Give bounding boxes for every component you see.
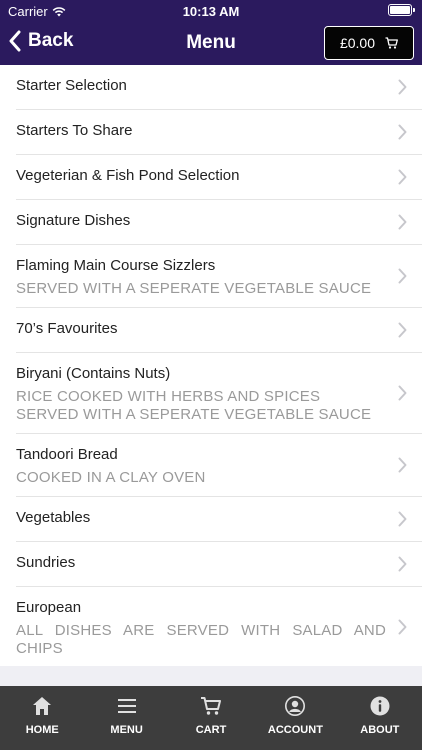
chevron-right-icon <box>398 169 407 185</box>
chevron-right-icon <box>398 214 407 230</box>
tab-about[interactable]: ABOUT <box>338 686 422 750</box>
tab-account-label: ACCOUNT <box>267 724 323 736</box>
info-icon <box>370 696 390 716</box>
tab-account[interactable]: ACCOUNT <box>253 686 337 750</box>
tab-home-label: HOME <box>25 724 59 736</box>
item-subtitle: ALL DISHES ARE SERVED WITH SALAD AND CHI… <box>16 622 386 657</box>
chevron-right-icon <box>398 385 407 401</box>
battery-icon <box>388 4 415 16</box>
item-title: 70’s Favourites <box>16 320 118 337</box>
back-button[interactable]: Back <box>8 30 73 52</box>
item-subtitle: RICE COOKED WITH HERBS AND SPICES SERVED… <box>16 388 372 423</box>
user-icon <box>285 696 306 716</box>
item-title: Tandoori Bread <box>16 446 118 463</box>
back-label: Back <box>28 30 74 51</box>
item-title: Starter Selection <box>16 77 127 94</box>
item-title: Vegeterian & Fish Pond Selection <box>16 167 240 184</box>
item-title: Signature Dishes <box>16 212 131 229</box>
list-footer-spacer <box>0 666 422 686</box>
list-item[interactable]: Vegetables <box>16 497 422 542</box>
list-item[interactable]: Starter Selection <box>16 65 422 110</box>
cart-icon <box>201 697 222 715</box>
status-bar: Carrier 10:13 AM <box>0 0 422 22</box>
list-item[interactable]: Biryani (Contains Nuts) RICE COOKED WITH… <box>16 353 422 434</box>
chevron-right-icon <box>398 556 407 572</box>
tab-home[interactable]: HOME <box>0 686 84 750</box>
list-item[interactable]: European ALL DISHES ARE SERVED WITH SALA… <box>16 587 422 668</box>
chevron-right-icon <box>398 457 407 473</box>
chevron-right-icon <box>398 79 407 95</box>
cart-icon <box>385 37 398 49</box>
chevron-right-icon <box>398 322 407 338</box>
hamburger-icon <box>117 699 136 713</box>
item-title: Sundries <box>16 554 76 571</box>
item-subtitle: COOKED IN A CLAY OVEN <box>16 469 206 486</box>
cart-total-button[interactable]: £0.00 <box>324 26 414 60</box>
chevron-left-icon <box>9 30 21 52</box>
item-title: Biryani (Contains Nuts) <box>16 365 171 382</box>
cart-total: £0.00 <box>339 35 376 51</box>
menu-category-list: Starter Selection Starters To Share Vege… <box>0 65 422 668</box>
tab-menu[interactable]: MENU <box>84 686 168 750</box>
chevron-right-icon <box>398 511 407 527</box>
item-subtitle: SERVED WITH A SEPERATE VEGETABLE SAUCE <box>16 280 372 297</box>
nav-bar: Back Menu £0.00 <box>0 22 422 65</box>
item-title: Vegetables <box>16 509 91 526</box>
tab-cart-label: CART <box>195 724 227 736</box>
list-item[interactable]: Sundries <box>16 542 422 587</box>
list-item[interactable]: Flaming Main Course Sizzlers SERVED WITH… <box>16 245 422 308</box>
tab-menu-label: MENU <box>110 724 143 736</box>
tab-bar: HOME MENU CART ACCOUNT ABOUT <box>0 686 422 750</box>
chevron-right-icon <box>398 124 407 140</box>
chevron-right-icon <box>398 619 407 635</box>
home-icon <box>33 697 52 715</box>
list-item[interactable]: 70’s Favourites <box>16 308 422 353</box>
app-header: Carrier 10:13 AM Back Menu £0.00 <box>0 0 422 65</box>
tab-about-label: ABOUT <box>360 724 400 736</box>
tab-cart[interactable]: CART <box>169 686 253 750</box>
item-title: European <box>16 599 82 616</box>
item-title: Starters To Share <box>16 122 133 139</box>
chevron-right-icon <box>398 268 407 284</box>
list-item[interactable]: Starters To Share <box>16 110 422 155</box>
list-item[interactable]: Signature Dishes <box>16 200 422 245</box>
list-item[interactable]: Tandoori Bread COOKED IN A CLAY OVEN <box>16 434 422 497</box>
list-item[interactable]: Vegeterian & Fish Pond Selection <box>16 155 422 200</box>
item-title: Flaming Main Course Sizzlers <box>16 257 216 274</box>
status-time: 10:13 AM <box>182 4 240 19</box>
